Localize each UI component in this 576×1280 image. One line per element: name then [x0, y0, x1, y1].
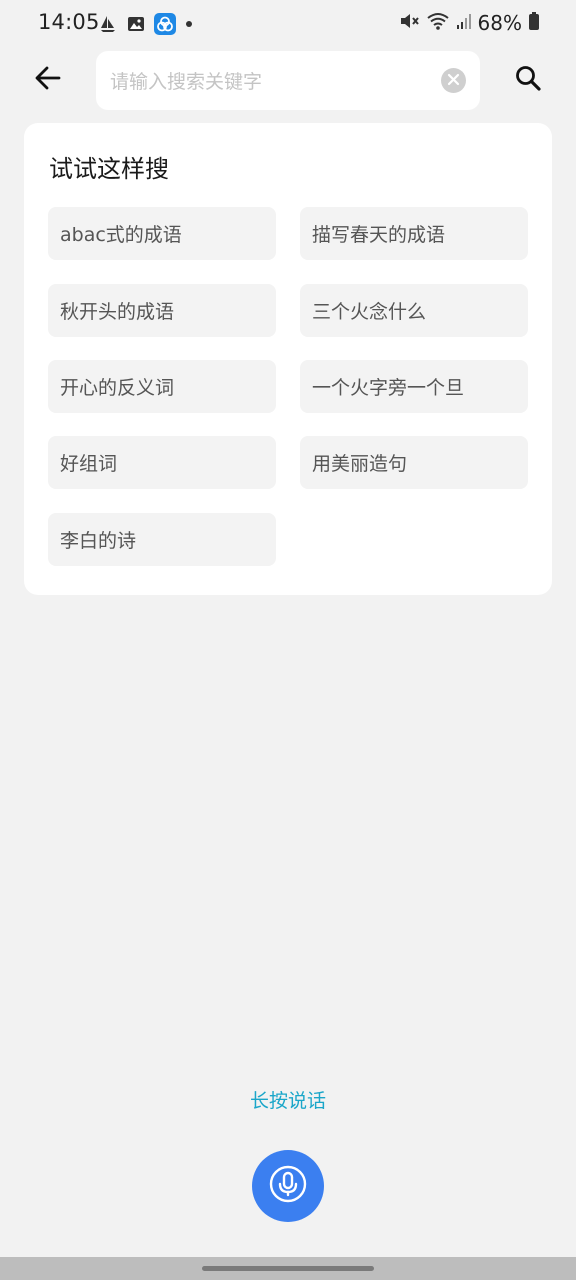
- microphone-icon: [268, 1164, 308, 1208]
- suggestion-chip[interactable]: 好组词: [48, 436, 276, 489]
- gallery-icon: [126, 14, 146, 38]
- status-bar: 14:05 68%: [0, 0, 576, 48]
- more-notifications-dot-icon: [184, 14, 194, 38]
- search-button[interactable]: [510, 62, 546, 98]
- back-button[interactable]: [30, 62, 66, 98]
- suggestion-chip[interactable]: 李白的诗: [48, 513, 276, 566]
- voice-hint: 长按说话: [249, 1090, 326, 1112]
- suggestion-chip[interactable]: 描写春天的成语: [300, 207, 528, 260]
- suggestion-chip[interactable]: 用美丽造句: [300, 436, 528, 489]
- search-icon: [514, 64, 542, 96]
- notification-icons: [98, 13, 194, 39]
- mute-icon: [398, 10, 420, 36]
- clear-button[interactable]: [441, 68, 466, 93]
- sailing-app-icon: [98, 14, 118, 38]
- suggestion-chip[interactable]: 开心的反义词: [48, 360, 276, 413]
- search-input[interactable]: [108, 51, 432, 112]
- system-status: 68%: [398, 10, 540, 36]
- suggestion-chip[interactable]: 一个火字旁一个旦: [300, 360, 528, 413]
- app-logo-icon: [154, 13, 176, 39]
- battery-icon: [528, 11, 540, 35]
- clear-circle-icon: [447, 71, 460, 90]
- suggestion-chip[interactable]: 三个火念什么: [300, 284, 528, 337]
- suggestion-title: 试试这样搜: [49, 155, 169, 183]
- status-time: 14:05: [38, 10, 100, 34]
- arrow-left-icon: [34, 64, 62, 96]
- navigation-bar: [0, 1257, 576, 1280]
- search-box: [96, 51, 480, 112]
- wifi-icon: [426, 10, 450, 36]
- battery-percentage: 68%: [477, 11, 522, 35]
- suggestion-chip[interactable]: abac式的成语: [48, 207, 276, 260]
- signal-icon: [456, 11, 472, 35]
- voice-input-button[interactable]: [252, 1150, 324, 1222]
- home-indicator[interactable]: [202, 1266, 374, 1271]
- suggestion-chip[interactable]: 秋开头的成语: [48, 284, 276, 337]
- suggestion-card: 试试这样搜 abac式的成语 描写春天的成语 秋开头的成语 三个火念什么 开心的…: [24, 123, 552, 595]
